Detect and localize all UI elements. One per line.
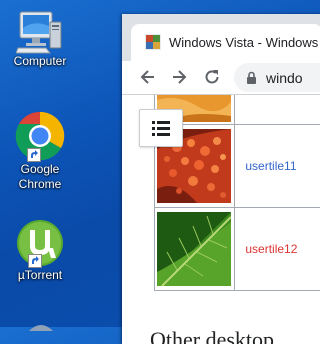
- address-bar[interactable]: windo: [234, 63, 320, 92]
- shortcut-arrow-icon: [28, 254, 42, 268]
- tile-link[interactable]: usertile11: [245, 159, 296, 173]
- table-row: usertile12: [155, 208, 320, 291]
- tile-link[interactable]: usertile12: [245, 242, 297, 256]
- tab-title: Windows Vista - Windows: [169, 35, 318, 50]
- desktop-icon-utorrent[interactable]: µTorrent: [0, 218, 80, 283]
- forward-arrow-icon[interactable]: [169, 67, 189, 87]
- desktop-icon-computer[interactable]: Computer: [0, 8, 80, 69]
- address-text: windo: [266, 70, 303, 86]
- desktop-icon-partial[interactable]: [26, 318, 56, 330]
- reload-icon[interactable]: [202, 67, 222, 87]
- lock-icon: [246, 71, 257, 85]
- desktop-icon-label: Computer: [0, 54, 80, 69]
- shortcut-arrow-icon: [27, 148, 41, 162]
- green-leaf-tile-image[interactable]: [157, 212, 231, 286]
- favicon-icon: [145, 34, 161, 50]
- partial-app-icon: [26, 319, 56, 331]
- page-content: usertile11 usertile12 O: [122, 95, 320, 344]
- desktop-icon-label: Google: [0, 162, 80, 177]
- table-of-contents-button[interactable]: [139, 109, 183, 147]
- section-heading: Other desktop: [150, 327, 274, 344]
- list-icon: [140, 110, 182, 146]
- computer-icon: [16, 8, 64, 54]
- tab-strip: Windows Vista - Windows: [122, 14, 320, 62]
- desktop-icon-label: Chrome: [0, 177, 80, 192]
- desktop-icon-chrome[interactable]: Google Chrome: [0, 110, 80, 192]
- desktop-icon-label: µTorrent: [0, 268, 80, 283]
- browser-window: Windows Vista - Windows windo: [122, 14, 320, 344]
- tab-active[interactable]: Windows Vista - Windows: [131, 24, 320, 62]
- back-arrow-icon[interactable]: [138, 67, 158, 87]
- browser-toolbar: windo: [122, 61, 320, 95]
